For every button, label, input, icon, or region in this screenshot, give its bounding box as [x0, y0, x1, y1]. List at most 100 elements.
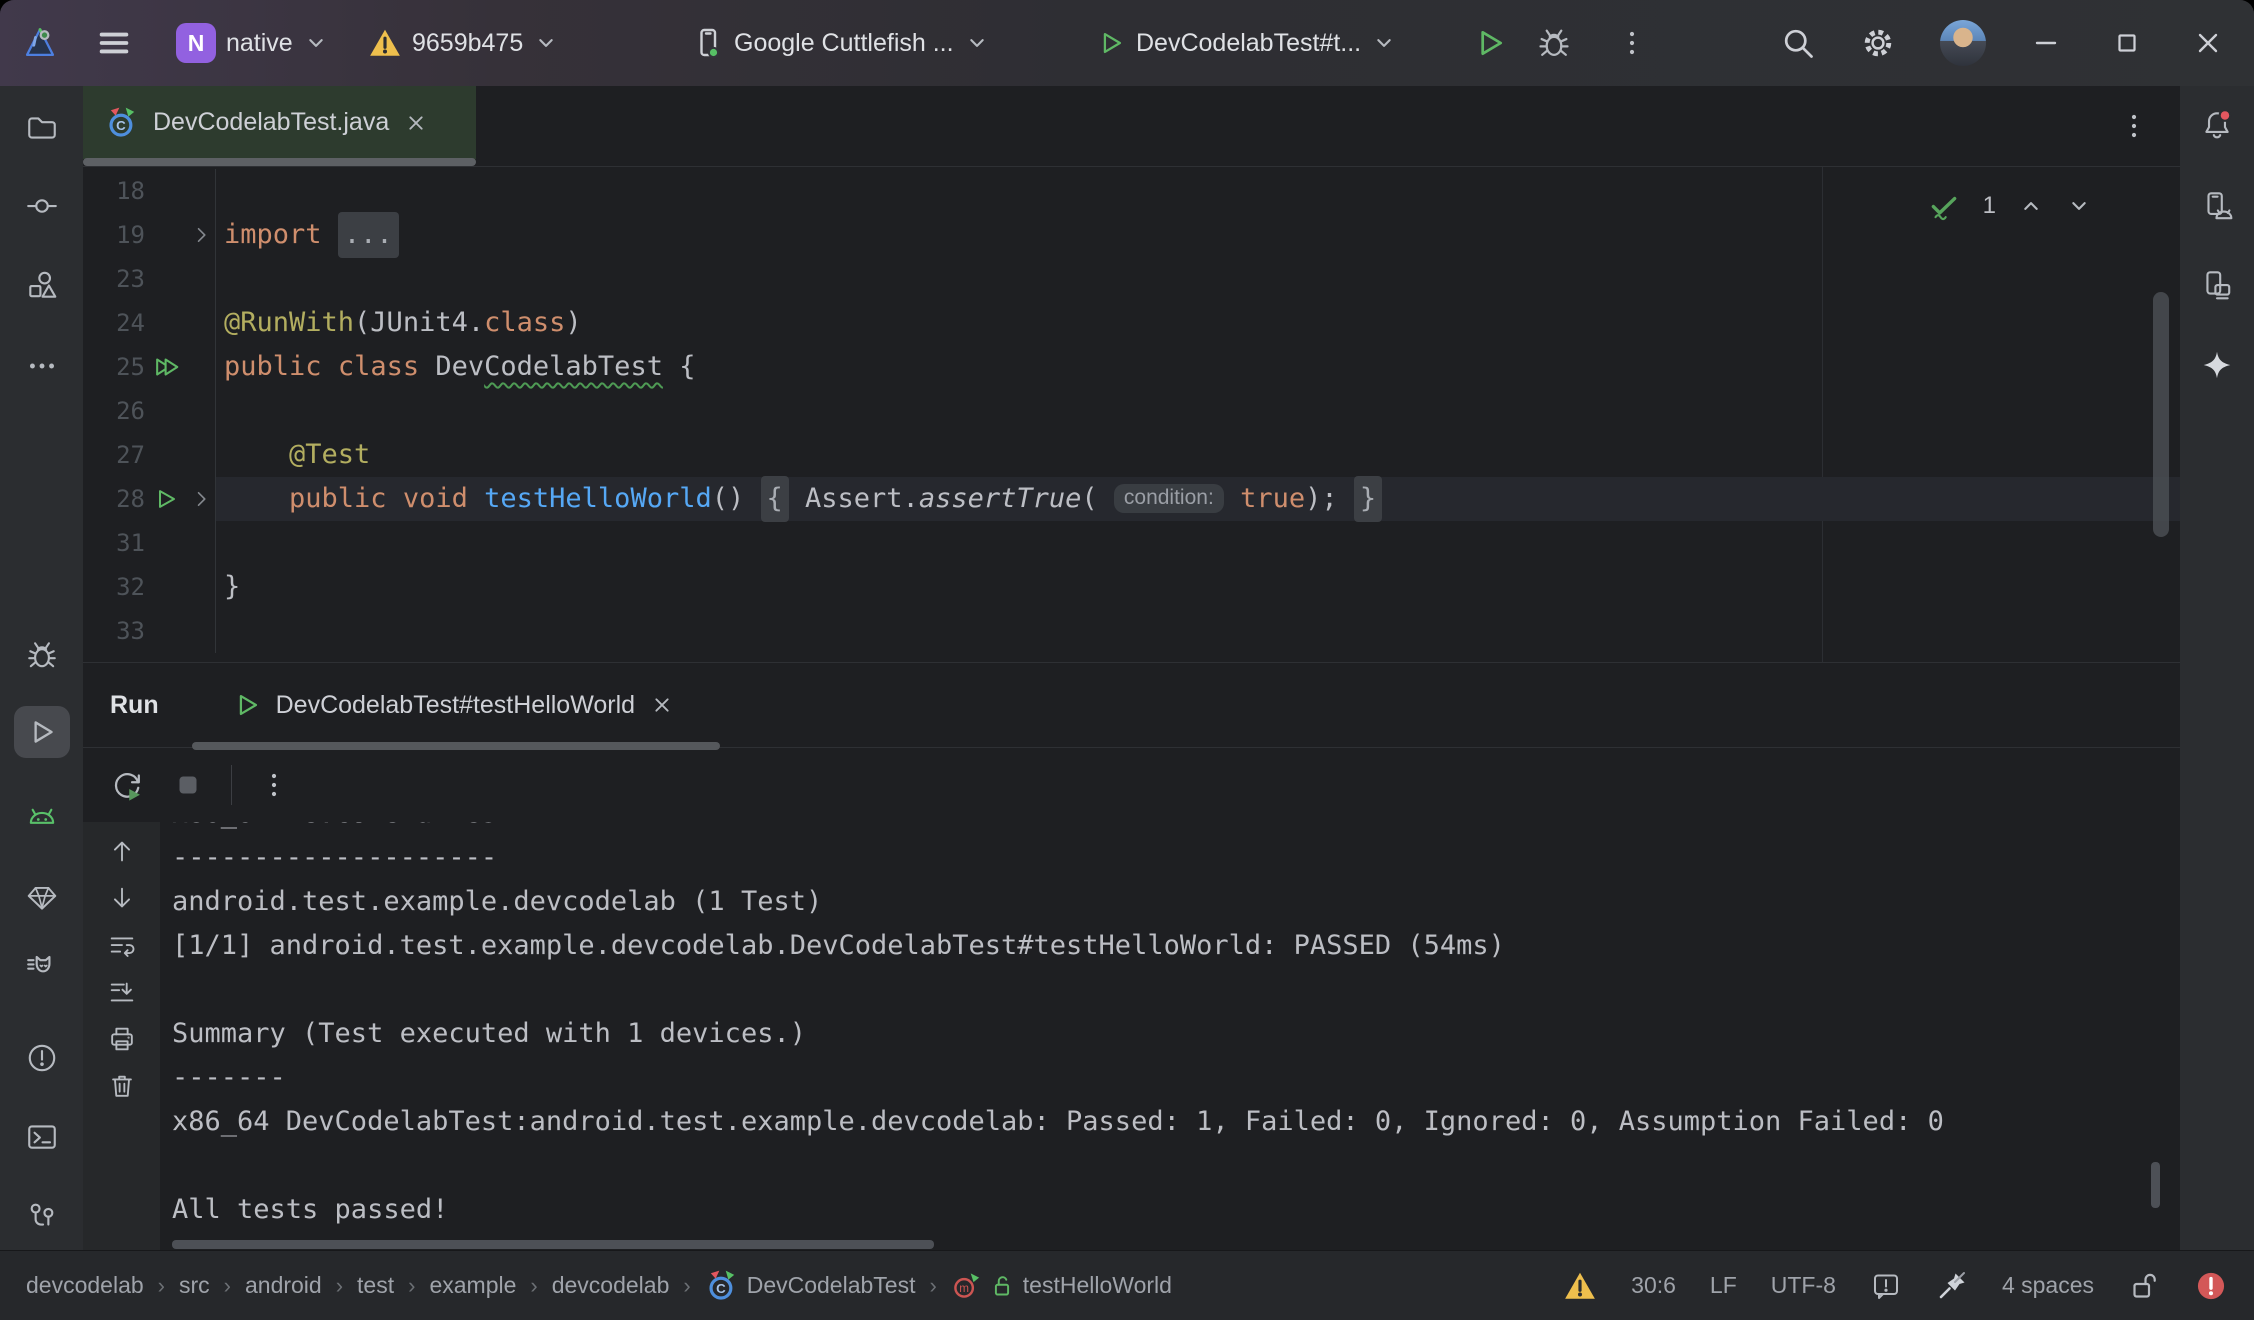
class-icon: C — [705, 1269, 739, 1303]
inspections-widget[interactable]: 1 — [1927, 189, 2092, 223]
more-icon[interactable] — [14, 340, 70, 392]
debug-button[interactable] — [1536, 25, 1572, 61]
branch-icon[interactable] — [14, 1190, 70, 1242]
console-line: x86_64 DevCodelabTest: — [172, 822, 2180, 836]
printer-icon[interactable] — [107, 1024, 137, 1054]
svg-text:m: m — [959, 1282, 969, 1295]
fold-chevron-icon[interactable] — [189, 224, 215, 246]
breadcrumb-item-android[interactable]: android — [245, 1272, 322, 1299]
editor-tab-bar: C DevCodelabTest.java — [83, 86, 2180, 167]
code-text: } — [215, 565, 2180, 609]
phone-android-icon[interactable] — [2189, 180, 2245, 232]
trash-icon[interactable] — [107, 1071, 137, 1101]
window-minimize-button[interactable] — [2030, 27, 2062, 59]
chevron-up-icon[interactable] — [2018, 193, 2044, 219]
run-configuration-selector[interactable]: DevCodelabTest#t... — [1096, 28, 1397, 58]
breadcrumb-item-testHelloWorld[interactable]: mtestHelloWorld — [951, 1271, 1172, 1301]
run-tab-strip-scrollbar[interactable] — [192, 742, 720, 750]
gem-icon[interactable] — [14, 872, 70, 924]
unlock-green-icon — [989, 1273, 1015, 1299]
folder-icon[interactable] — [14, 102, 70, 154]
run-tool-window: Run DevCodelabTest#testHelloWorld x86_64… — [83, 662, 2180, 1252]
breadcrumb-item-DevCodelabTest[interactable]: CDevCodelabTest — [705, 1269, 916, 1303]
breadcrumb-item-example[interactable]: example — [429, 1272, 516, 1299]
run-button[interactable] — [1472, 25, 1508, 61]
more-options-kebab-icon[interactable] — [258, 769, 290, 801]
rerun-button[interactable] — [109, 767, 145, 803]
run-test-gutter-icon[interactable] — [145, 485, 189, 513]
svg-text:C: C — [116, 118, 126, 133]
console-vertical-scrollbar[interactable] — [2151, 1162, 2160, 1208]
window-close-button[interactable] — [2192, 27, 2224, 59]
console-horizontal-scrollbar[interactable] — [172, 1240, 934, 1249]
svg-text:C: C — [716, 1281, 726, 1296]
error-icon[interactable] — [2194, 1269, 2228, 1303]
sparkle-icon[interactable] — [2189, 339, 2245, 391]
chevron-down-icon[interactable] — [2066, 193, 2092, 219]
fold-chevron-icon[interactable] — [189, 488, 215, 510]
code-editor[interactable]: 1 1819import ...2324@RunWith(JUnit4.clas… — [83, 167, 2180, 662]
chevron-down-icon — [303, 30, 329, 56]
line-number: 23 — [83, 265, 145, 293]
soft-wrap-icon[interactable] — [107, 930, 137, 960]
bell-icon[interactable] — [2189, 99, 2245, 151]
run-tab-label: DevCodelabTest#testHelloWorld — [276, 691, 635, 720]
breadcrumb-label: devcodelab — [552, 1272, 670, 1299]
chevron-down-icon — [533, 30, 559, 56]
arrow-down-icon[interactable] — [107, 883, 137, 913]
run-test-gutter-icon[interactable] — [145, 352, 189, 382]
avatar[interactable] — [1940, 20, 1986, 66]
close-icon[interactable] — [403, 110, 429, 136]
code-line-18: 18 — [83, 169, 2180, 213]
arrow-up-icon[interactable] — [107, 836, 137, 866]
project-widget[interactable]: N native — [176, 23, 329, 63]
run-panel-body: x86_64 DevCodelabTest:------------------… — [83, 822, 2180, 1251]
status-widgets: 30:6 LF UTF-8 4 spaces — [1563, 1269, 2228, 1303]
bug-icon[interactable] — [14, 629, 70, 681]
todo-icon[interactable] — [1870, 1270, 1902, 1302]
code-text — [215, 609, 2180, 653]
status-4-spaces[interactable]: 4 spaces — [2002, 1272, 2094, 1299]
vcs-widget[interactable]: 9659b475 — [368, 26, 559, 60]
pin-slash-icon[interactable] — [1936, 1270, 1968, 1302]
devices-icon[interactable] — [2189, 259, 2245, 311]
tab-strip-scrollbar[interactable] — [83, 158, 476, 166]
cat-icon[interactable] — [14, 940, 70, 992]
stop-button[interactable] — [171, 768, 205, 802]
terminal-icon[interactable] — [14, 1111, 70, 1163]
console-line — [172, 1144, 2180, 1188]
breadcrumb-label: test — [357, 1272, 394, 1299]
alert-circle-icon[interactable] — [14, 1032, 70, 1084]
breadcrumb: devcodelab›src›android›test›example›devc… — [26, 1269, 1172, 1303]
warning-icon[interactable] — [1563, 1269, 1597, 1303]
window-maximize-button[interactable] — [2112, 28, 2142, 58]
more-actions-icon[interactable] — [1616, 27, 1648, 59]
editor-tab-label: DevCodelabTest.java — [153, 108, 389, 137]
tab-options-kebab-icon[interactable] — [2118, 110, 2150, 142]
status-30-6[interactable]: 30:6 — [1631, 1272, 1676, 1299]
play-icon[interactable] — [14, 706, 70, 758]
editor-vertical-scrollbar[interactable] — [2153, 292, 2169, 537]
hamburger-menu-icon[interactable] — [96, 25, 132, 61]
breadcrumb-item-devcodelab[interactable]: devcodelab — [26, 1272, 144, 1299]
device-name: Google Cuttlefish ... — [734, 29, 954, 58]
device-selector[interactable]: Google Cuttlefish ... — [692, 27, 990, 59]
breadcrumb-item-devcodelab[interactable]: devcodelab — [552, 1272, 670, 1299]
line-number: 32 — [83, 573, 145, 601]
structure-icon[interactable] — [14, 259, 70, 311]
test-console[interactable]: x86_64 DevCodelabTest:------------------… — [160, 822, 2180, 1251]
status-utf-8[interactable]: UTF-8 — [1771, 1272, 1836, 1299]
run-tab[interactable]: DevCodelabTest#testHelloWorld — [232, 690, 675, 720]
search-button[interactable] — [1780, 25, 1816, 61]
breadcrumb-item-src[interactable]: src — [179, 1272, 210, 1299]
android-icon[interactable] — [14, 791, 70, 843]
unlock-icon[interactable] — [2128, 1270, 2160, 1302]
breadcrumb-separator: › — [929, 1273, 936, 1299]
scroll-end-icon[interactable] — [107, 977, 137, 1007]
breadcrumb-separator: › — [683, 1273, 690, 1299]
close-icon[interactable] — [649, 692, 675, 718]
commit-icon[interactable] — [14, 180, 70, 232]
breadcrumb-item-test[interactable]: test — [357, 1272, 394, 1299]
editor-tab-devcodelabtest[interactable]: C DevCodelabTest.java — [83, 86, 476, 159]
status-lf[interactable]: LF — [1710, 1272, 1737, 1299]
